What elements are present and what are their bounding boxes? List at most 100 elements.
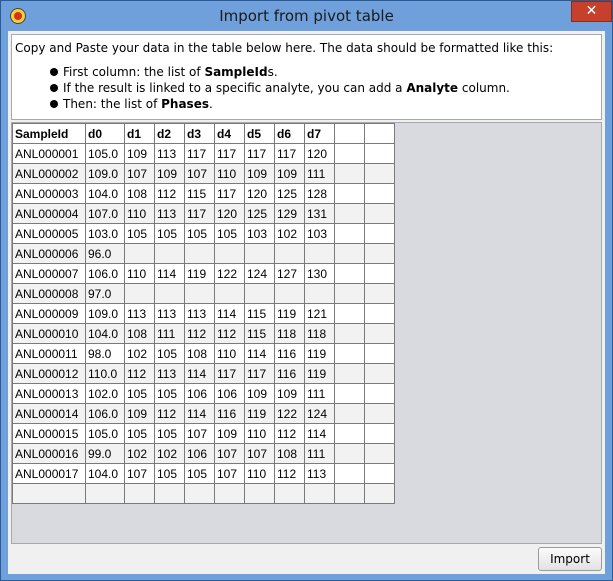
table-cell[interactable]: 111 [304,383,335,404]
table-cell[interactable]: 105 [124,423,155,444]
table-cell[interactable]: 106.0 [85,263,125,284]
table-cell[interactable]: 127 [274,263,305,284]
table-cell[interactable]: 117 [214,143,245,164]
table-cell[interactable]: 109 [124,403,155,424]
table-cell[interactable]: 105.0 [85,143,125,164]
table-cell[interactable]: 116 [214,403,245,424]
table-cell[interactable]: 115 [244,303,275,324]
table-cell[interactable]: 109 [244,383,275,404]
table-cell[interactable] [364,183,395,204]
table-cell[interactable] [334,223,365,244]
table-cell[interactable]: 109 [244,163,275,184]
table-cell[interactable]: 114 [184,403,215,424]
column-header[interactable]: d5 [244,123,275,144]
table-cell[interactable]: 102 [274,223,305,244]
table-cell[interactable]: 118 [274,323,305,344]
table-cell[interactable] [364,323,395,344]
table-cell[interactable]: 110 [244,423,275,444]
table-cell[interactable]: ANL000012 [12,363,86,384]
table-cell[interactable] [274,243,305,264]
table-cell[interactable]: 121 [304,303,335,324]
table-cell[interactable]: 112 [184,323,215,344]
table-cell[interactable] [364,203,395,224]
table-cell[interactable]: 112 [154,183,185,204]
table-cell[interactable]: 115 [184,183,215,204]
table-cell[interactable]: 106 [184,383,215,404]
table-cell[interactable]: 112 [214,323,245,344]
table-cell[interactable]: 103 [304,223,335,244]
table-cell[interactable]: 110 [124,263,155,284]
table-cell[interactable]: 114 [184,363,215,384]
table-cell[interactable]: 105.0 [85,423,125,444]
table-cell[interactable]: 105 [154,343,185,364]
table-cell[interactable]: 107 [184,423,215,444]
table-cell[interactable] [124,483,155,504]
column-header[interactable]: d2 [154,123,185,144]
table-cell[interactable]: 111 [304,163,335,184]
table-cell[interactable]: 112 [274,463,305,484]
table-cell[interactable] [364,483,395,504]
table-cell[interactable] [214,243,245,264]
close-button[interactable]: ✕ [571,1,612,22]
table-cell[interactable]: 102 [124,443,155,464]
table-cell[interactable]: 99.0 [85,443,125,464]
table-cell[interactable] [184,483,215,504]
table-cell[interactable]: 116 [274,363,305,384]
table-cell[interactable]: 117 [244,363,275,384]
pivot-table-area[interactable]: SampleId d0 d1 d2 d3 d4 d5 d6 d7 ANL000001 105.0 1… [11,122,602,544]
table-cell[interactable]: 120 [214,203,245,224]
table-cell[interactable]: 104.0 [85,183,125,204]
table-cell[interactable]: 110 [124,203,155,224]
table-cell[interactable]: 110.0 [85,363,125,384]
table-cell[interactable]: 104.0 [85,463,125,484]
table-cell[interactable] [364,463,395,484]
table-cell[interactable]: ANL000004 [12,203,86,224]
table-cell[interactable] [184,283,215,304]
table-cell[interactable]: 122 [274,403,305,424]
table-cell[interactable]: 117 [274,143,305,164]
table-cell[interactable]: 109 [124,143,155,164]
table-cell[interactable]: 119 [184,263,215,284]
table-cell[interactable]: ANL000014 [12,403,86,424]
table-cell[interactable] [154,243,185,264]
table-cell[interactable]: 116 [274,343,305,364]
table-cell[interactable]: 114 [154,263,185,284]
table-cell[interactable] [364,383,395,404]
table-cell[interactable]: 110 [244,463,275,484]
table-cell[interactable] [244,243,275,264]
table-cell[interactable]: 112 [274,423,305,444]
table-cell[interactable]: 122 [214,263,245,284]
table-cell[interactable] [244,283,275,304]
table-cell[interactable] [244,483,275,504]
table-cell[interactable]: 98.0 [85,343,125,364]
table-cell[interactable]: 105 [184,223,215,244]
table-cell[interactable]: 114 [244,343,275,364]
table-cell[interactable] [334,343,365,364]
table-cell[interactable] [364,263,395,284]
table-cell[interactable]: 102 [154,443,185,464]
table-cell[interactable]: 113 [154,303,185,324]
column-header[interactable] [334,123,365,144]
table-cell[interactable] [184,243,215,264]
table-cell[interactable] [334,323,365,344]
table-cell[interactable] [304,283,335,304]
table-cell[interactable]: 105 [154,223,185,244]
table-cell[interactable]: ANL000013 [12,383,86,404]
table-cell[interactable] [214,283,245,304]
table-cell[interactable]: 105 [154,383,185,404]
table-cell[interactable] [334,183,365,204]
table-cell[interactable]: 115 [244,323,275,344]
table-cell[interactable]: 106 [184,443,215,464]
table-cell[interactable]: 104.0 [85,323,125,344]
column-header[interactable]: d4 [214,123,245,144]
table-cell[interactable]: ANL000010 [12,323,86,344]
table-cell[interactable]: 107 [244,443,275,464]
table-cell[interactable] [334,203,365,224]
table-cell[interactable] [85,483,125,504]
table-cell[interactable] [334,263,365,284]
table-cell[interactable] [364,423,395,444]
table-cell[interactable] [364,163,395,184]
table-cell[interactable]: 108 [184,343,215,364]
table-cell[interactable]: 110 [214,343,245,364]
table-cell[interactable]: 109 [274,163,305,184]
